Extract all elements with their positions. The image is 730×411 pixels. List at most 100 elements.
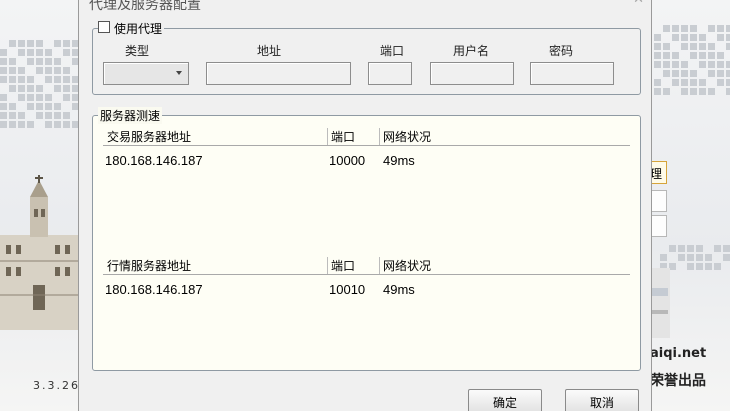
map-dot (717, 70, 724, 77)
proxy-type-select[interactable] (103, 62, 189, 85)
map-dot (54, 58, 61, 65)
use-proxy-checkbox[interactable] (98, 21, 110, 33)
map-dot (708, 61, 715, 68)
map-dot (27, 76, 34, 83)
trade-server-list-header: 交易服务器地址 端口 网络状况 (103, 127, 630, 146)
map-dot (54, 76, 61, 83)
map-dot (690, 43, 697, 50)
use-proxy-checkbox-wrapper[interactable]: 使用代理 (98, 20, 165, 37)
map-dot (27, 58, 34, 65)
quote-address-column-header[interactable]: 行情服务器地址 (103, 257, 191, 274)
map-dot (708, 43, 715, 50)
dialog-titlebar[interactable]: 代理及服务器配置 ✕ (79, 0, 651, 13)
map-dot (45, 121, 52, 128)
map-dot (663, 88, 670, 95)
map-dot (9, 85, 16, 92)
quote-network-column-header[interactable]: 网络状况 (379, 257, 431, 274)
map-dot (699, 61, 706, 68)
login-side-button-2[interactable] (650, 190, 667, 212)
quote-server-row[interactable]: 180.168.146.187 10010 49ms (103, 280, 630, 300)
map-dot (54, 67, 61, 74)
map-dot (27, 85, 34, 92)
map-dot (726, 43, 730, 50)
map-dot (45, 112, 52, 119)
quote-server-list-header: 行情服务器地址 端口 网络状况 (103, 256, 630, 275)
map-dot (687, 254, 694, 261)
map-dot (717, 52, 724, 59)
map-dot (696, 263, 703, 270)
close-icon[interactable]: ✕ (633, 0, 644, 7)
map-dot (699, 43, 706, 50)
map-dot (708, 70, 715, 77)
trade-server-list[interactable]: 交易服务器地址 端口 网络状况 180.168.146.187 10000 49… (103, 127, 630, 237)
proxy-password-label: 密码 (549, 44, 574, 58)
cancel-button[interactable]: 取消 (565, 389, 639, 411)
map-dot (63, 67, 70, 74)
map-dot (714, 245, 721, 252)
map-dot (717, 25, 724, 32)
proxy-username-field[interactable] (430, 62, 514, 85)
map-dot (654, 43, 661, 50)
map-dot (54, 40, 61, 47)
map-dot (9, 103, 16, 110)
map-dot (0, 94, 7, 101)
map-dot (687, 263, 694, 270)
trade-server-row[interactable]: 180.168.146.187 10000 49ms (103, 151, 630, 171)
map-dot (717, 79, 724, 86)
map-dot (687, 245, 694, 252)
map-dot (708, 88, 715, 95)
map-dot (678, 245, 685, 252)
map-dot (63, 40, 70, 47)
trade-address-column-header[interactable]: 交易服务器地址 (103, 128, 191, 145)
map-dot (696, 245, 703, 252)
map-dot (0, 103, 7, 110)
proxy-address-field[interactable] (206, 62, 351, 85)
quote-server-port: 10010 (329, 282, 366, 297)
quote-server-list[interactable]: 行情服务器地址 端口 网络状况 180.168.146.187 10010 49… (103, 256, 630, 356)
trade-network-column-header[interactable]: 网络状况 (379, 128, 431, 145)
map-dot (681, 79, 688, 86)
quote-port-column-header[interactable]: 端口 (327, 257, 355, 274)
map-dot (36, 49, 43, 56)
map-dot (690, 88, 697, 95)
login-side-button-3[interactable] (650, 215, 667, 237)
map-dot (708, 25, 715, 32)
map-dot (699, 79, 706, 86)
proxy-password-field[interactable] (530, 62, 614, 85)
proxy-port-field[interactable] (368, 62, 412, 85)
quote-server-latency: 49ms (383, 282, 415, 297)
map-dot (669, 263, 676, 270)
website-text: aiqi.net (650, 346, 707, 361)
quote-server-address: 180.168.146.187 (105, 282, 203, 297)
map-dot (672, 79, 679, 86)
ok-button[interactable]: 确定 (468, 389, 542, 411)
map-dot (672, 52, 679, 59)
map-dot (690, 70, 697, 77)
trade-server-port: 10000 (329, 153, 366, 168)
map-dot (672, 25, 679, 32)
map-dot (663, 61, 670, 68)
map-dot (654, 79, 661, 86)
map-dot (681, 88, 688, 95)
map-dot (669, 245, 676, 252)
map-dot (18, 40, 25, 47)
map-dot (36, 40, 43, 47)
building-illustration (0, 175, 78, 330)
map-dot (663, 25, 670, 32)
proxy-port-label: 端口 (380, 44, 405, 58)
map-dot (9, 40, 16, 47)
trade-server-latency: 49ms (383, 153, 415, 168)
map-dot (672, 34, 679, 41)
login-side-button[interactable]: 理 (650, 161, 667, 184)
map-dot (717, 34, 724, 41)
map-dot (18, 67, 25, 74)
map-dot (696, 254, 703, 261)
map-dot (723, 254, 730, 261)
map-dot (63, 112, 70, 119)
use-proxy-label: 使用代理 (114, 22, 163, 36)
map-dot (681, 70, 688, 77)
map-dot (726, 25, 730, 32)
map-dot (9, 67, 16, 74)
trade-port-column-header[interactable]: 端口 (327, 128, 355, 145)
map-dot (726, 88, 730, 95)
